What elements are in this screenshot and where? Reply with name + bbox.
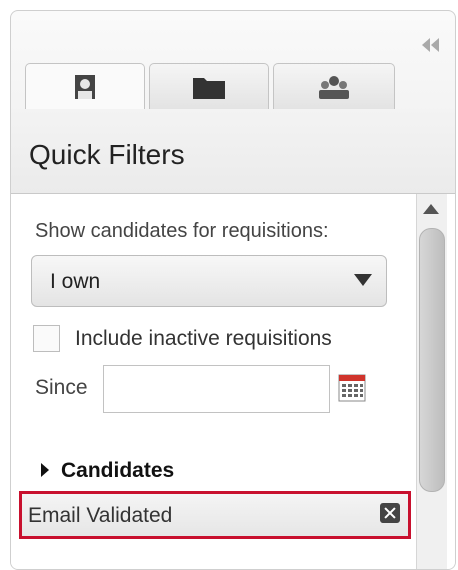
show-candidates-label: Show candidates for requisitions:	[35, 220, 329, 242]
include-inactive-label[interactable]: Include inactive requisitions	[75, 327, 332, 351]
scroll-up-arrow-icon[interactable]	[423, 204, 439, 214]
panel-tabs	[11, 63, 455, 110]
quick-filters-panel: Quick Filters Show candidates for requis…	[10, 10, 456, 570]
scrollbar-thumb[interactable]	[419, 228, 445, 492]
chevron-down-icon	[354, 274, 372, 286]
title-area: Quick Filters	[11, 109, 455, 194]
person-icon	[75, 75, 95, 99]
page-title: Quick Filters	[29, 139, 185, 170]
tab-candidates[interactable]	[25, 63, 145, 110]
requisition-select[interactable]: I own	[31, 255, 387, 307]
active-filter-chip: Email Validated	[19, 491, 411, 539]
include-inactive-checkbox[interactable]	[33, 325, 60, 352]
requisition-select-value: I own	[50, 270, 101, 293]
tab-folders[interactable]	[149, 63, 269, 109]
since-date-input[interactable]	[103, 365, 330, 413]
scrollbar[interactable]	[416, 194, 447, 569]
filters-content: Show candidates for requisitions: I own …	[11, 194, 455, 569]
close-icon[interactable]	[380, 503, 400, 523]
active-filter-label: Email Validated	[28, 504, 173, 527]
candidates-section-label: Candidates	[61, 459, 175, 482]
triangle-right-icon	[41, 463, 49, 477]
folder-icon	[193, 77, 225, 99]
tab-groups[interactable]	[273, 63, 395, 109]
calendar-icon[interactable]	[338, 374, 366, 402]
since-label: Since	[35, 376, 88, 399]
people-group-icon	[319, 75, 349, 99]
collapse-panel-icon[interactable]	[419, 37, 443, 53]
